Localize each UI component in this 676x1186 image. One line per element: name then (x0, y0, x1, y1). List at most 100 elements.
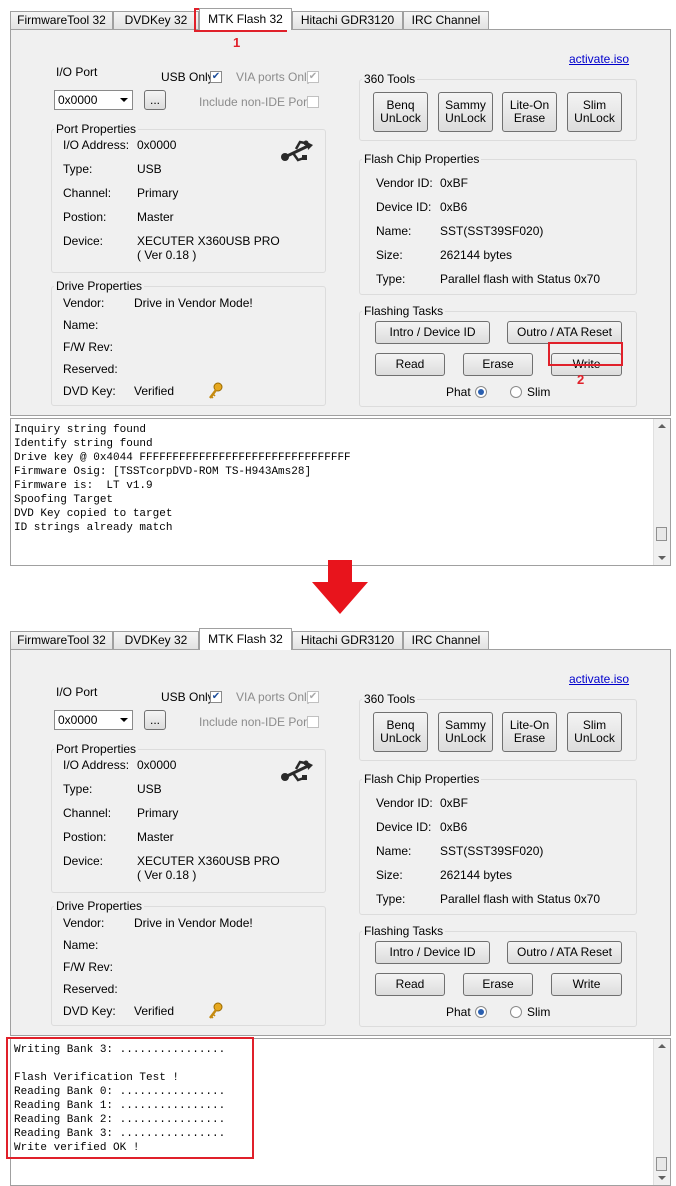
write-button[interactable]: Write (551, 973, 622, 996)
via-ports-label: VIA ports Only (236, 70, 313, 84)
drive-label-fwrev: F/W Rev: (63, 340, 113, 354)
intro-device-id-button[interactable]: Intro / Device ID (375, 941, 490, 964)
port-label-type: Type: (63, 162, 93, 176)
flash-chip-title: Flash Chip Properties (362, 152, 482, 166)
non-ide-checkbox[interactable] (307, 716, 319, 728)
chip-label-size: Size: (376, 248, 403, 262)
liteon-erase-button[interactable]: Lite-On Erase (502, 712, 557, 752)
port-device-version: ( Ver 0.18 ) (137, 868, 197, 882)
step-1-label: 1 (233, 35, 241, 50)
read-button[interactable]: Read (375, 973, 445, 996)
benq-unlock-button[interactable]: Benq UnLock (373, 92, 428, 132)
tab-hitachi[interactable]: Hitachi GDR3120 (292, 11, 403, 29)
port-properties-title: Port Properties (54, 742, 139, 756)
port-label-ioaddress: I/O Address: (63, 138, 130, 152)
io-port-select[interactable]: 0x0000 (54, 90, 133, 110)
chip-value-deviceid: 0xB6 (440, 200, 468, 214)
via-ports-checkbox[interactable]: ✔ (307, 691, 319, 703)
port-properties-group: Port Properties I/O Address: 0x0000 Type… (51, 742, 326, 893)
output-log[interactable]: Inquiry string found Identify string foun… (10, 418, 671, 566)
non-ide-checkbox[interactable] (307, 96, 319, 108)
tab-mtk-flash[interactable]: MTK Flash 32 (199, 628, 292, 650)
log-scrollbar[interactable] (653, 1039, 670, 1185)
port-value-ioaddress: 0x0000 (137, 758, 177, 772)
phat-radio[interactable] (475, 386, 487, 398)
benq-unlock-button[interactable]: Benq UnLock (373, 712, 428, 752)
port-properties-title: Port Properties (54, 122, 139, 136)
write-highlight-box (548, 342, 623, 366)
port-label-position: Postion: (63, 830, 107, 844)
port-value-device: XECUTER X360USB PRO (137, 234, 280, 248)
tools360-group: 360 Tools Benq UnLock Sammy UnLock Lite-… (359, 692, 637, 761)
log-line: Inquiry string found (14, 424, 147, 436)
log-line: ID strings already match (14, 522, 173, 534)
step-2-label: 2 (577, 372, 585, 387)
port-value-type: USB (137, 162, 162, 176)
scroll-up-icon[interactable] (658, 424, 666, 428)
usb-only-checkbox[interactable]: ✔ (210, 71, 222, 83)
browse-button[interactable]: ... (144, 90, 166, 110)
drive-value-dvdkey: Verified (134, 384, 175, 398)
tab-irc-channel[interactable]: IRC Channel (403, 11, 489, 29)
flashing-tasks-title: Flashing Tasks (362, 304, 446, 318)
tools360-group: 360 Tools Benq UnLock Sammy UnLock Lite-… (359, 72, 637, 141)
slim-radio[interactable] (510, 386, 522, 398)
flash-chip-group: Flash Chip Properties Vendor ID: 0xBF De… (359, 772, 637, 915)
outro-ata-reset-button[interactable]: Outro / ATA Reset (507, 941, 622, 964)
port-value-position: Master (137, 830, 174, 844)
tab-irc-channel[interactable]: IRC Channel (403, 631, 489, 649)
erase-button[interactable]: Erase (463, 973, 533, 996)
log-line: Identify string found (14, 438, 153, 450)
outro-ata-reset-button[interactable]: Outro / ATA Reset (507, 321, 622, 344)
port-properties-group: Port Properties I/O Address: 0x0000 Type… (51, 122, 326, 273)
tab-dvdkey[interactable]: DVDKey 32 (113, 631, 199, 649)
log-line: Spoofing Target (14, 494, 114, 506)
slim-label: Slim (527, 385, 551, 399)
usb-only-checkbox[interactable]: ✔ (210, 691, 222, 703)
port-value-type: USB (137, 782, 162, 796)
drive-value-dvdkey: Verified (134, 1004, 175, 1018)
chip-label-type: Type: (376, 892, 406, 906)
slim-unlock-button[interactable]: Slim UnLock (567, 92, 622, 132)
slim-radio[interactable] (510, 1006, 522, 1018)
slim-label: Slim (527, 1005, 551, 1019)
intro-device-id-button[interactable]: Intro / Device ID (375, 321, 490, 344)
tools360-title: 360 Tools (362, 692, 418, 706)
drive-label-name: Name: (63, 938, 99, 952)
tab-hitachi[interactable]: Hitachi GDR3120 (292, 631, 403, 649)
erase-button[interactable]: Erase (463, 353, 533, 376)
flashing-tasks-group: Flashing Tasks Intro / Device ID Outro /… (359, 924, 637, 1027)
chevron-down-icon (120, 718, 128, 722)
phat-radio[interactable] (475, 1006, 487, 1018)
chip-value-type: Parallel flash with Status 0x70 (440, 272, 601, 286)
sammy-unlock-button[interactable]: Sammy UnLock (438, 92, 493, 132)
port-label-channel: Channel: (63, 806, 112, 820)
drive-properties-title: Drive Properties (54, 899, 145, 913)
scroll-down-icon[interactable] (658, 1176, 666, 1180)
activate-iso-link[interactable]: activate.iso (569, 672, 629, 686)
liteon-erase-button[interactable]: Lite-On Erase (502, 92, 557, 132)
via-ports-checkbox[interactable]: ✔ (307, 71, 319, 83)
tab-firmwaretool[interactable]: FirmwareTool 32 (10, 631, 113, 649)
non-ide-label: Include non-IDE Ports (199, 95, 317, 109)
sammy-unlock-button[interactable]: Sammy UnLock (438, 712, 493, 752)
chevron-down-icon (120, 98, 128, 102)
chip-value-name: SST(SST39SF020) (440, 224, 544, 238)
tab-dvdkey[interactable]: DVDKey 32 (113, 11, 199, 29)
tab-firmwaretool[interactable]: FirmwareTool 32 (10, 11, 113, 29)
log-scrollbar[interactable] (653, 419, 670, 565)
log-line: Drive key @ 0x4044 FFFFFFFFFFFFFFFFFFFFF… (14, 452, 351, 464)
drive-label-fwrev: F/W Rev: (63, 960, 113, 974)
chip-value-size: 262144 bytes (440, 868, 513, 882)
io-port-select[interactable]: 0x0000 (54, 710, 133, 730)
scroll-thumb[interactable] (656, 1157, 667, 1171)
port-label-device: Device: (63, 854, 104, 868)
scroll-thumb[interactable] (656, 527, 667, 541)
read-button[interactable]: Read (375, 353, 445, 376)
tab-mtk-flash[interactable]: MTK Flash 32 (199, 8, 292, 30)
scroll-up-icon[interactable] (658, 1044, 666, 1048)
slim-unlock-button[interactable]: Slim UnLock (567, 712, 622, 752)
activate-iso-link[interactable]: activate.iso (569, 52, 629, 66)
browse-button[interactable]: ... (144, 710, 166, 730)
scroll-down-icon[interactable] (658, 556, 666, 560)
